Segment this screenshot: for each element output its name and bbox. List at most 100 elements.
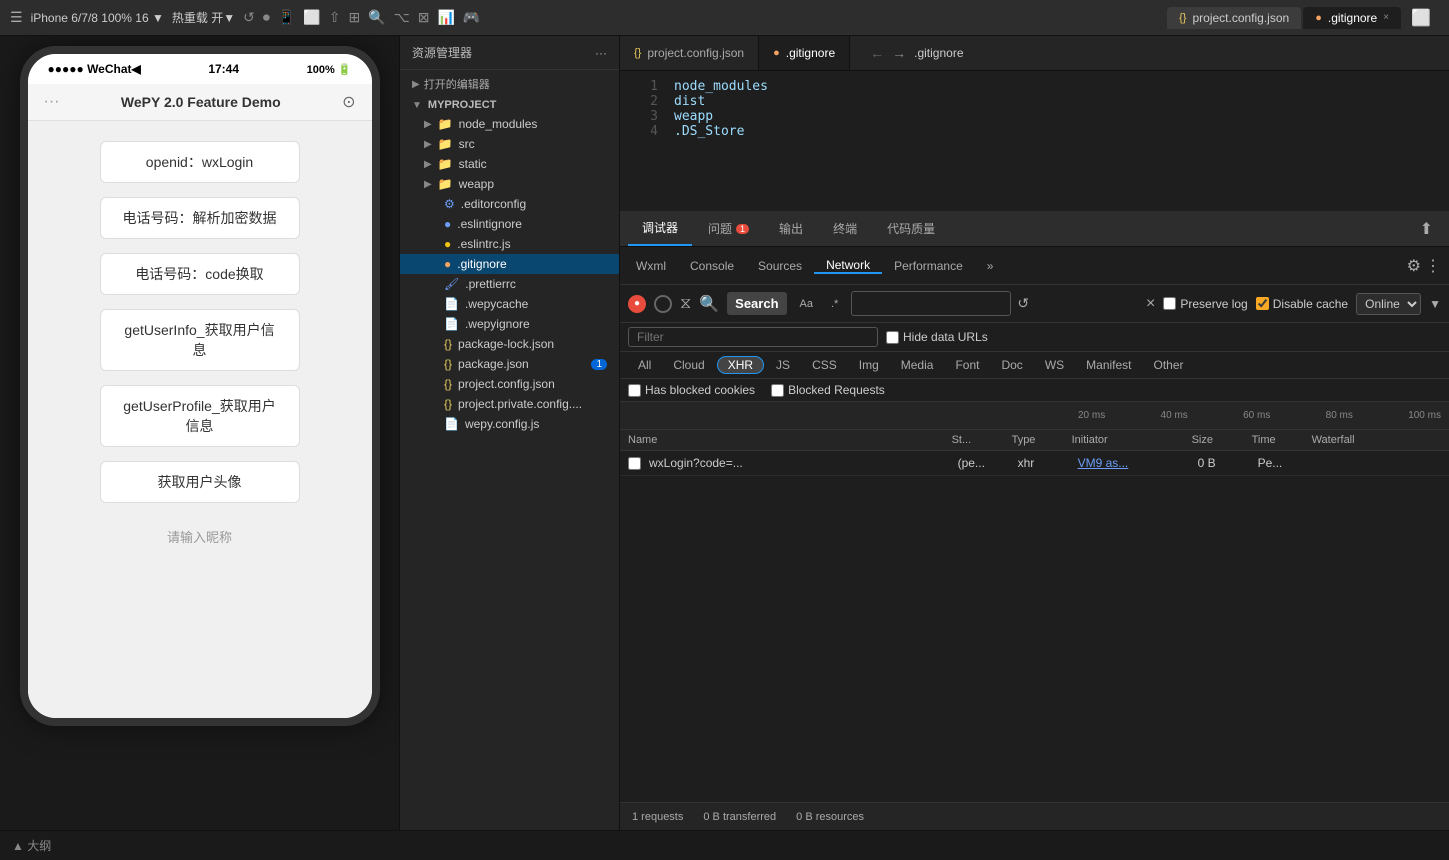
close-search-icon[interactable]: × (1146, 295, 1155, 313)
nav-icon-11[interactable]: 🎮 (463, 9, 480, 26)
tab-wxml[interactable]: Wxml (624, 258, 678, 274)
tab-more[interactable]: » (975, 258, 1006, 274)
stop-button[interactable] (654, 295, 672, 313)
type-doc[interactable]: Doc (991, 356, 1032, 374)
tab-project-config[interactable]: {} project.config.json (1167, 7, 1301, 29)
back-icon[interactable]: ··· (44, 93, 60, 111)
disable-cache-input[interactable] (1256, 297, 1269, 310)
hide-data-urls-input[interactable] (886, 331, 899, 344)
table-row[interactable]: wxLogin?code=... (pe... xhr VM9 as... 0 … (620, 451, 1449, 476)
outline-expand-btn[interactable]: ▲ 大纲 (12, 837, 51, 854)
row-checkbox[interactable] (628, 457, 641, 470)
hide-data-urls-checkbox[interactable]: Hide data URLs (886, 330, 988, 344)
ellipsis-icon[interactable]: ··· (595, 46, 607, 60)
expand-icon[interactable]: ⬜ (1403, 8, 1439, 28)
device-label[interactable]: iPhone 6/7/8 100% 16 ▼ (31, 11, 164, 25)
regex-btn[interactable]: .* (824, 295, 845, 313)
tab-terminal[interactable]: 终端 (819, 211, 871, 246)
search-input[interactable] (860, 296, 1002, 311)
more-icon[interactable]: ⊙ (342, 92, 355, 112)
btn-get-avatar[interactable]: 获取用户头像 (100, 461, 300, 503)
file-item-wepycache[interactable]: 📄 .wepycache (400, 294, 619, 314)
tab-gitignore-editor[interactable]: ● .gitignore (759, 36, 850, 70)
record-button[interactable]: ● (628, 295, 646, 313)
case-sensitive-btn[interactable]: Aa (793, 295, 820, 313)
nav-icon-8[interactable]: ⌥ (394, 9, 410, 26)
tab-close-icon[interactable]: × (1383, 12, 1389, 23)
file-item-static[interactable]: ▶ 📁 static (400, 154, 619, 174)
tab-issues[interactable]: 问题 1 (694, 211, 763, 246)
tab-console[interactable]: Console (678, 258, 746, 274)
file-item-node-modules[interactable]: ▶ 📁 node_modules (400, 114, 619, 134)
file-item-wepyignore[interactable]: 📄 .wepyignore (400, 314, 619, 334)
type-css[interactable]: CSS (802, 356, 847, 374)
type-js[interactable]: JS (766, 356, 800, 374)
nav-icon-2[interactable]: ⏺ (263, 9, 270, 26)
tab-project-config-editor[interactable]: {} project.config.json (620, 36, 759, 70)
file-item-weapp[interactable]: ▶ 📁 weapp (400, 174, 619, 194)
nav-icon-9[interactable]: ⊠ (418, 9, 430, 26)
tab-debugger[interactable]: 调试器 (628, 211, 692, 246)
type-ws[interactable]: WS (1035, 356, 1074, 374)
refresh-icon[interactable]: ↺ (1017, 295, 1029, 312)
nav-icon-1[interactable]: ↺ (243, 9, 255, 26)
preserve-log-input[interactable] (1163, 297, 1176, 310)
devtools-expand-icon[interactable]: ⬆ (1412, 211, 1441, 246)
hotreload-label[interactable]: 热重载 开▼ (172, 9, 235, 26)
tab-code-quality[interactable]: 代码质量 (873, 211, 949, 246)
dropdown-icon[interactable]: ▼ (1429, 297, 1441, 311)
type-media[interactable]: Media (891, 356, 944, 374)
type-xhr[interactable]: XHR (717, 356, 764, 374)
nav-icon-5[interactable]: ⇧ (329, 9, 341, 26)
preserve-log-checkbox[interactable]: Preserve log (1163, 297, 1247, 311)
search-field[interactable] (851, 291, 1011, 316)
has-blocked-cookies-input[interactable] (628, 384, 641, 397)
open-editors-section[interactable]: ▶ 打开的编辑器 (400, 70, 619, 96)
disable-cache-checkbox[interactable]: Disable cache (1256, 297, 1348, 311)
type-all[interactable]: All (628, 356, 661, 374)
type-font[interactable]: Font (945, 356, 989, 374)
nav-icon-10[interactable]: 📊 (437, 9, 454, 26)
tab-sources[interactable]: Sources (746, 258, 814, 274)
file-item-packagelock[interactable]: {} package-lock.json (400, 334, 619, 354)
file-item-package[interactable]: {} package.json 1 (400, 354, 619, 374)
btn-decrypt-phone[interactable]: 电话号码：解析加密数据 (100, 197, 300, 239)
file-item-wepyconfig[interactable]: 📄 wepy.config.js (400, 414, 619, 434)
tab-gitignore[interactable]: ● .gitignore × (1303, 7, 1401, 29)
file-item-src[interactable]: ▶ 📁 src (400, 134, 619, 154)
btn-getuserprofile[interactable]: getUserProfile_获取用户信息 (100, 385, 300, 447)
blocked-requests-input[interactable] (771, 384, 784, 397)
nav-icon-7[interactable]: 🔍 (368, 9, 385, 26)
file-item-eslintignore[interactable]: ● .eslintignore (400, 214, 619, 234)
nav-icon-3[interactable]: 📱 (278, 9, 295, 26)
filter-icon[interactable]: ⧖ (680, 295, 691, 313)
has-blocked-cookies-checkbox[interactable]: Has blocked cookies (628, 383, 755, 397)
forward-nav-icon[interactable]: → (892, 45, 906, 61)
type-other[interactable]: Other (1144, 356, 1194, 374)
filter-input[interactable] (628, 327, 878, 347)
tab-output[interactable]: 输出 (765, 211, 817, 246)
file-item-prettierrc[interactable]: 🖌 .prettierrc (400, 274, 619, 294)
file-item-gitignore[interactable]: ● .gitignore (400, 254, 619, 274)
project-section[interactable]: ▼ MYPROJECT (400, 96, 619, 114)
menu-icon[interactable]: ☰ (10, 9, 23, 26)
blocked-requests-checkbox[interactable]: Blocked Requests (771, 383, 885, 397)
tab-performance[interactable]: Performance (882, 258, 975, 274)
kebab-menu-icon[interactable]: ⋮ (1425, 256, 1441, 276)
file-item-projectprivate[interactable]: {} project.private.config.... (400, 394, 619, 414)
file-item-projectconfig[interactable]: {} project.config.json (400, 374, 619, 394)
tab-network[interactable]: Network (814, 258, 882, 274)
online-select[interactable]: Online (1356, 293, 1421, 315)
nav-icon-6[interactable]: ⊞ (348, 9, 360, 26)
file-item-eslintrc[interactable]: ● .eslintrc.js (400, 234, 619, 254)
file-item-editorconfig[interactable]: ⚙ .editorconfig (400, 194, 619, 214)
btn-getuserinfo[interactable]: getUserInfo_获取用户信息 (100, 309, 300, 371)
back-nav-icon[interactable]: ← (870, 45, 884, 61)
btn-code-phone[interactable]: 电话号码：code换取 (100, 253, 300, 295)
type-cloud[interactable]: Cloud (663, 356, 714, 374)
type-img[interactable]: Img (849, 356, 889, 374)
type-manifest[interactable]: Manifest (1076, 356, 1141, 374)
search-icon[interactable]: 🔍 (699, 294, 719, 314)
nav-icon-4[interactable]: ⬜ (303, 9, 320, 26)
settings-icon[interactable]: ⚙ (1407, 256, 1421, 276)
